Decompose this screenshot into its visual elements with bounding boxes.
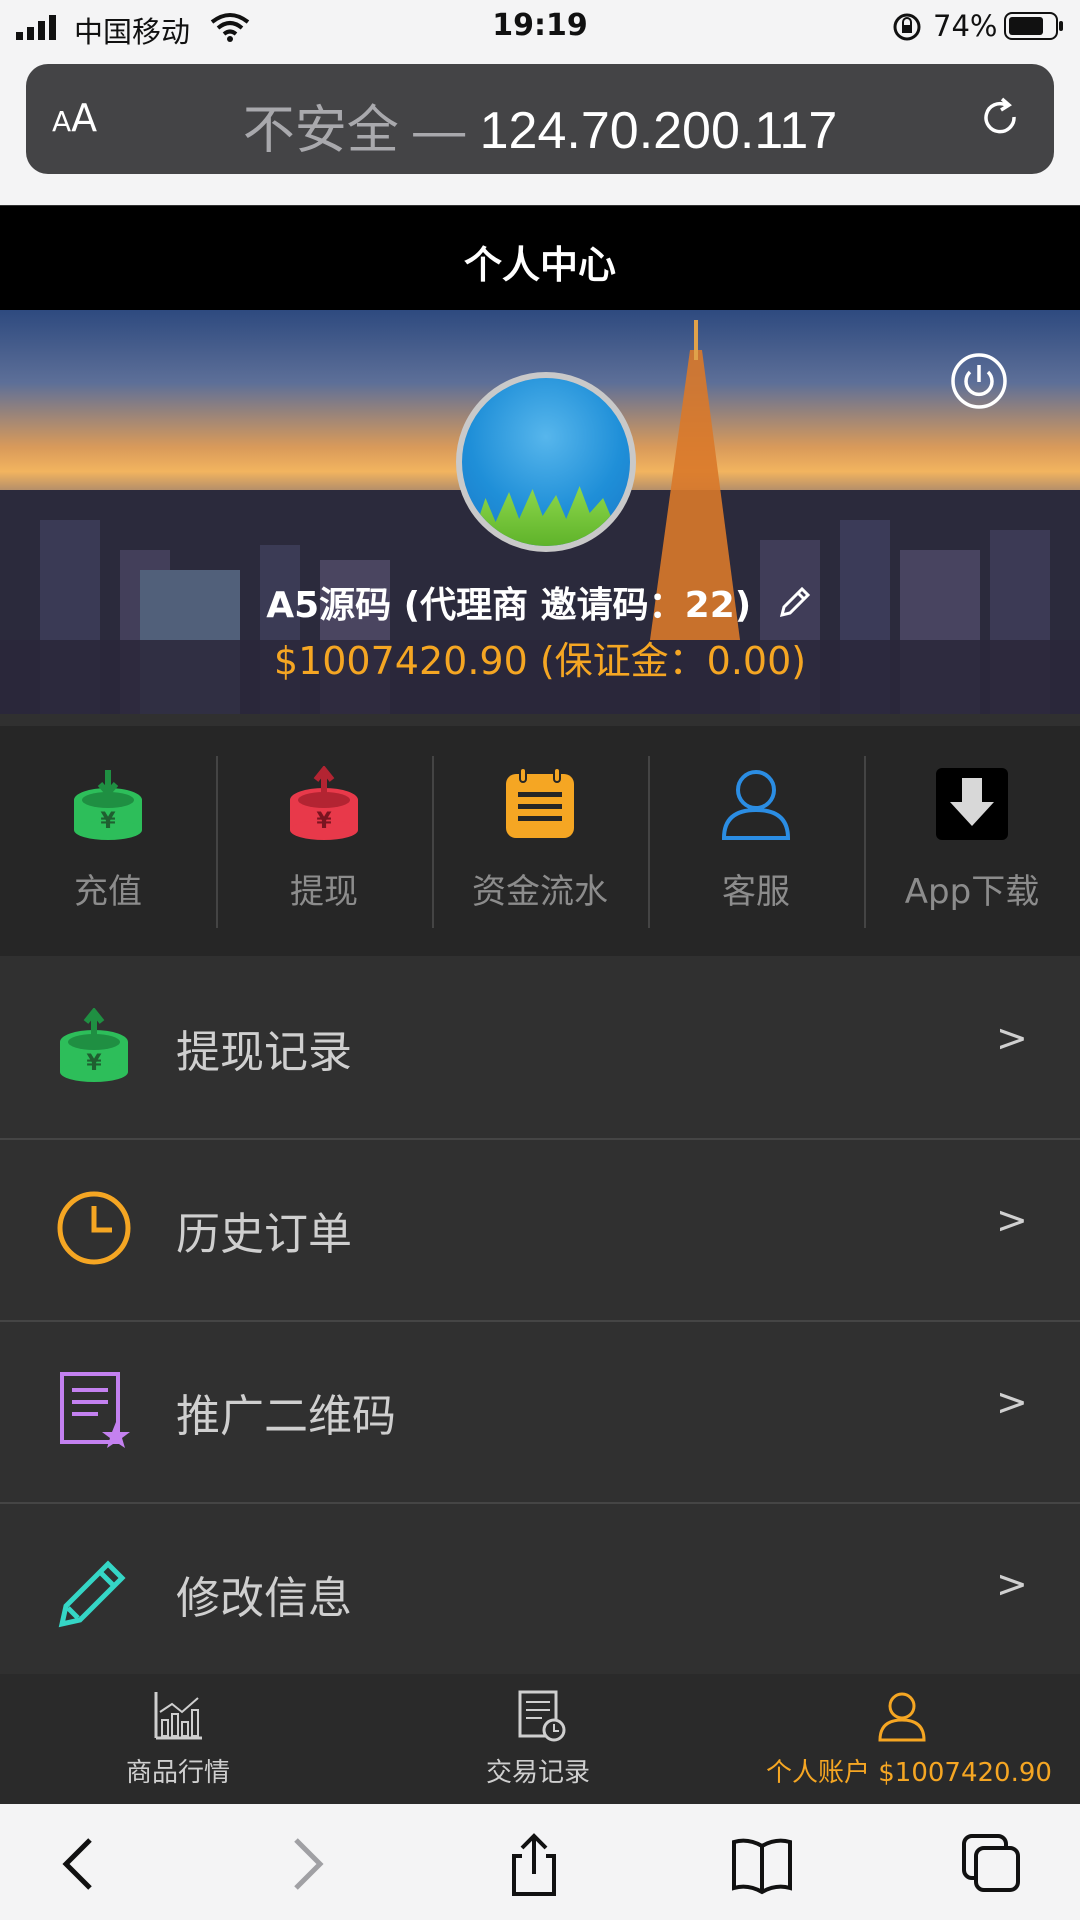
quick-action-app-download[interactable]: App下载	[864, 726, 1080, 956]
logout-power-icon[interactable]	[950, 352, 1008, 410]
status-bar: 中国移动 19:19 74%	[0, 0, 1080, 52]
tab-market[interactable]: 商品行情	[90, 1674, 270, 1804]
chevron-right: >	[996, 1380, 1028, 1424]
chevron-right: >	[996, 1198, 1028, 1242]
menu-label: 修改信息	[176, 1573, 352, 1624]
quick-action-deposit[interactable]: ¥ 充值	[0, 726, 216, 956]
page-title: 个人中心	[463, 243, 616, 287]
trade-record-icon	[518, 1690, 566, 1742]
battery-percent: 74%	[933, 9, 998, 43]
promo-document-icon	[60, 1372, 130, 1448]
user-service-icon	[721, 770, 791, 840]
deposit-icon: ¥	[74, 770, 142, 840]
tabs-icon[interactable]	[960, 1832, 1024, 1896]
tab-label: 商品行情	[126, 1758, 231, 1788]
clock-icon	[57, 1191, 131, 1265]
tab-label: 个人账户 $1007420.90	[766, 1758, 1052, 1788]
menu-label: 历史订单	[176, 1209, 352, 1260]
withdraw-record-icon: ¥	[60, 1008, 128, 1082]
menu-edit-info[interactable]: 修改信息 >	[0, 1504, 1080, 1674]
menu-label: 提现记录	[176, 1027, 352, 1078]
tab-account[interactable]: 个人账户 $1007420.90	[760, 1674, 1060, 1804]
bottom-tab-bar: 商品行情 交易记录 个人账户 $1007420.90	[0, 1674, 1080, 1804]
balance-info: $1007420.90 (保证金：0.00)	[273, 639, 807, 683]
notebook-icon	[506, 767, 574, 838]
tab-label: 交易记录	[486, 1758, 591, 1788]
bookmarks-icon[interactable]	[730, 1832, 794, 1896]
user-info: A5源码 (代理商 邀请码：22)	[0, 576, 1080, 628]
quick-action-withdraw[interactable]: ¥ 提现	[216, 726, 432, 956]
svg-text:¥: ¥	[316, 809, 332, 834]
url-warning: 不安全 —	[242, 102, 466, 160]
user-name-invite: A5源码 (代理商 邀请码：22)	[266, 585, 752, 626]
battery-icon	[1004, 12, 1063, 40]
pencil-icon	[58, 1560, 126, 1628]
tab-trade-records[interactable]: 交易记录	[450, 1674, 630, 1804]
quick-actions: ¥ 充值 ¥ 提现 资金流水 客服 App下载	[0, 726, 1080, 956]
reload-icon[interactable]	[978, 97, 1022, 141]
url-host: 124.70.200.117	[479, 102, 838, 160]
text-size-button[interactable]: AA	[52, 96, 97, 140]
quick-action-customer-service[interactable]: 客服	[648, 726, 864, 956]
url-field[interactable]: 不安全 — 124.70.200.117	[120, 88, 960, 163]
account-icon	[878, 1692, 926, 1742]
browser-toolbar	[0, 1804, 1080, 1920]
menu-order-history[interactable]: 历史订单 >	[0, 1140, 1080, 1322]
back-icon[interactable]	[50, 1832, 114, 1896]
quick-action-label: 提现	[290, 872, 358, 912]
menu-label: 推广二维码	[176, 1391, 396, 1442]
edit-pencil-icon[interactable]	[774, 583, 814, 623]
page-header: 个人中心	[0, 206, 1080, 310]
share-icon[interactable]	[502, 1832, 566, 1896]
svg-text:¥: ¥	[100, 809, 116, 834]
quick-action-funds-flow[interactable]: 资金流水	[432, 726, 648, 956]
quick-action-label: 客服	[722, 872, 790, 912]
quick-action-label: App下载	[904, 872, 1040, 912]
avatar[interactable]	[456, 372, 636, 552]
menu-promo-qrcode[interactable]: 推广二维码 >	[0, 1322, 1080, 1504]
orientation-lock-icon	[893, 13, 921, 41]
download-icon	[936, 768, 1008, 840]
quick-action-label: 资金流水	[472, 872, 608, 912]
svg-text:¥: ¥	[86, 1051, 102, 1076]
forward-icon[interactable]	[272, 1832, 336, 1896]
market-chart-icon	[154, 1692, 202, 1740]
quick-action-label: 充值	[74, 872, 142, 912]
chevron-right: >	[996, 1016, 1028, 1060]
chevron-right: >	[996, 1562, 1028, 1606]
menu-withdraw-record[interactable]: ¥ 提现记录 >	[0, 958, 1080, 1140]
withdraw-icon: ¥	[290, 766, 358, 840]
